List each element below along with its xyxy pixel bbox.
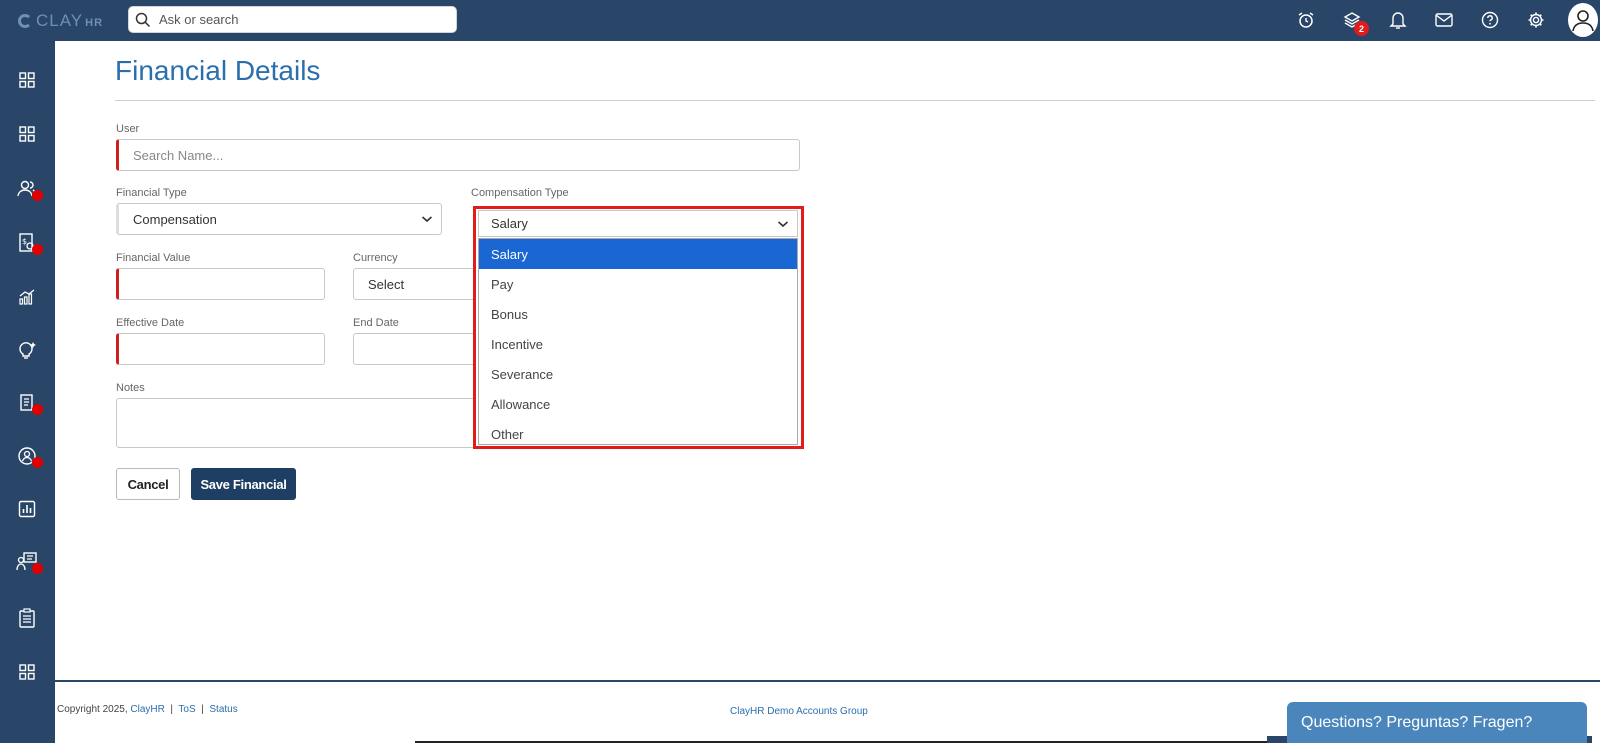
search-input[interactable] <box>159 10 449 29</box>
help-icon[interactable] <box>1476 6 1504 34</box>
option-salary[interactable]: Salary <box>479 239 797 269</box>
page-title: Financial Details <box>115 55 321 86</box>
layers-icon[interactable]: 2 <box>1338 6 1369 36</box>
compensation-type-value: Salary <box>491 216 528 231</box>
copyright-text: Copyright 2025, <box>57 704 128 715</box>
financial-value-input[interactable] <box>116 268 325 300</box>
compensation-type-options: Salary Pay Bonus Incentive Severance All… <box>478 238 798 445</box>
option-bonus[interactable]: Bonus <box>479 299 797 329</box>
bell-icon[interactable] <box>1384 6 1412 34</box>
payroll-icon[interactable]: $ <box>14 230 43 256</box>
more-grid-icon[interactable] <box>14 659 40 685</box>
top-bar: CLAYHR 2 <box>0 0 1600 41</box>
search-icon <box>135 12 151 28</box>
compensation-type-label: Compensation Type <box>471 187 569 199</box>
compensation-type-select[interactable]: Salary <box>478 210 798 237</box>
reports-icon[interactable] <box>14 496 40 522</box>
documents-icon[interactable] <box>14 390 43 416</box>
clayhr-logo[interactable]: CLAY HR <box>18 10 103 32</box>
option-severance[interactable]: Severance <box>479 359 797 389</box>
people-icon[interactable] <box>14 176 43 202</box>
chevron-down-icon <box>777 221 789 228</box>
user-search-placeholder: Search Name... <box>133 147 224 163</box>
end-date-input[interactable] <box>353 333 483 365</box>
checklist-icon[interactable] <box>14 605 40 631</box>
financial-type-select[interactable]: Compensation <box>116 203 442 235</box>
profile-icon[interactable] <box>14 443 43 469</box>
chevron-down-icon <box>421 216 433 223</box>
notes-textarea[interactable] <box>116 398 483 448</box>
separator: | <box>170 704 174 715</box>
footer-links: Copyright 2025, ClayHR | ToS | Status <box>57 704 238 715</box>
account-group-link[interactable]: ClayHR Demo Accounts Group <box>730 706 868 717</box>
option-allowance[interactable]: Allowance <box>479 389 797 419</box>
effective-date-label: Effective Date <box>116 317 185 329</box>
alarm-clock-icon[interactable] <box>1292 6 1320 34</box>
user-label: User <box>116 123 140 135</box>
end-date-label: End Date <box>353 317 399 329</box>
svg-text:$: $ <box>22 237 27 246</box>
sidebar: $ <box>0 41 55 743</box>
main-content: Financial Details User Search Name... Fi… <box>55 41 1600 681</box>
status-link[interactable]: Status <box>209 704 237 715</box>
logo-mark-icon <box>18 14 32 28</box>
notes-label: Notes <box>116 382 145 394</box>
option-other[interactable]: Other <box>479 419 797 449</box>
separator: | <box>201 704 204 715</box>
chat-widget-button[interactable]: Questions? Preguntas? Fragen? <box>1287 702 1587 743</box>
compensation-type-dropdown: Salary Salary Pay Bonus Incentive Severa… <box>473 206 804 449</box>
apps-grid-icon[interactable] <box>14 121 40 147</box>
financial-value-label: Financial Value <box>116 252 191 264</box>
logo-text: CLAY HR <box>36 11 104 30</box>
option-pay[interactable]: Pay <box>479 269 797 299</box>
alert-dot <box>32 457 43 468</box>
user-avatar-icon[interactable] <box>1568 3 1598 37</box>
financial-type-value: Compensation <box>133 211 217 227</box>
effective-date-input[interactable] <box>116 333 325 365</box>
lightbulb-icon[interactable] <box>14 337 40 363</box>
notification-badge: 2 <box>1354 21 1369 36</box>
financial-type-label: Financial Type <box>116 187 187 199</box>
user-search-field[interactable]: Search Name... <box>116 139 800 171</box>
save-financial-button[interactable]: Save Financial <box>191 468 296 500</box>
option-incentive[interactable]: Incentive <box>479 329 797 359</box>
title-divider <box>115 100 1595 101</box>
currency-select[interactable]: Select <box>353 268 483 300</box>
currency-label: Currency <box>353 252 398 264</box>
search-box[interactable] <box>128 6 457 33</box>
alert-dot <box>32 404 43 415</box>
clayhr-link[interactable]: ClayHR <box>130 704 164 715</box>
tos-link[interactable]: ToS <box>178 704 195 715</box>
currency-value: Select <box>368 276 405 292</box>
analytics-icon[interactable] <box>14 284 40 310</box>
dashboard-grid-icon[interactable] <box>14 67 40 93</box>
cancel-button[interactable]: Cancel <box>116 468 180 500</box>
gear-icon[interactable] <box>1522 6 1550 34</box>
alert-dot <box>32 190 43 201</box>
alert-dot <box>32 563 43 574</box>
training-icon[interactable] <box>14 549 43 575</box>
alert-dot <box>32 244 43 255</box>
mail-icon[interactable] <box>1430 6 1458 34</box>
